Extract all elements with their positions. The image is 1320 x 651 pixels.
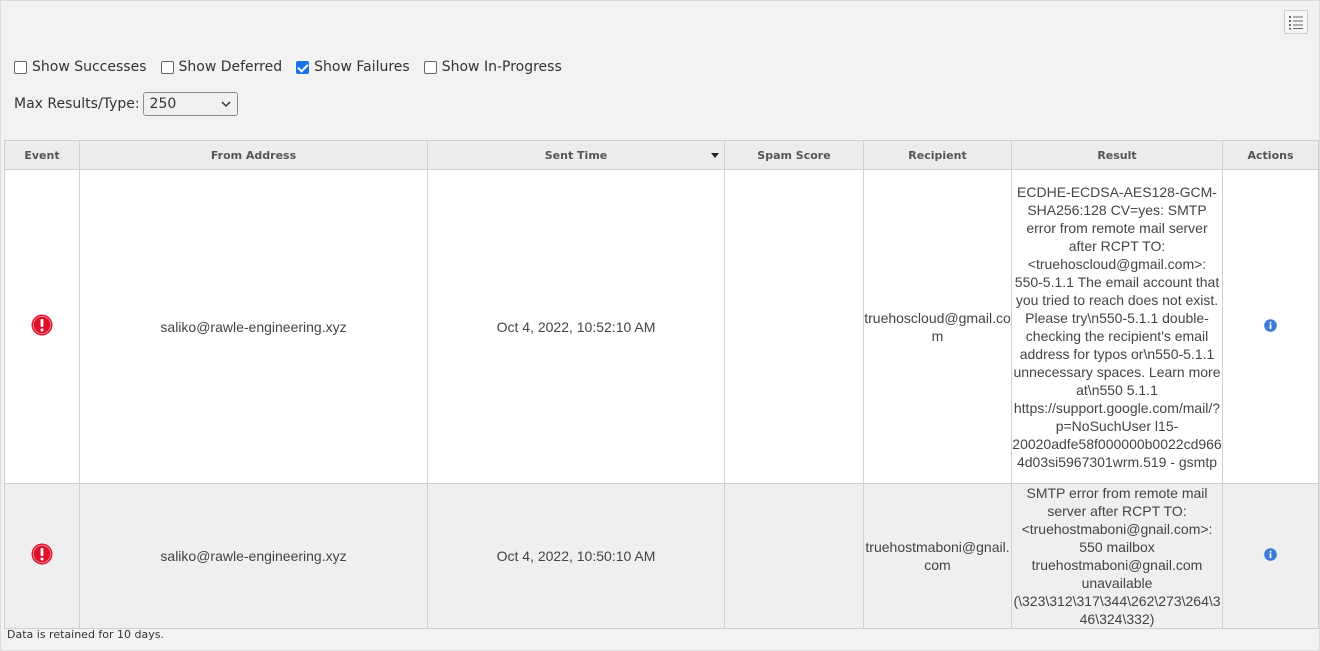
checkbox[interactable] (160, 60, 174, 74)
from-address-cell: saliko@rawle-engineering.xyz (79, 483, 428, 629)
max-results-value: 250 (149, 96, 177, 112)
filter-show-in-progress[interactable]: Show In-Progress (423, 59, 562, 75)
filter-bar: Show Successes Show Deferred Show Failur… (14, 58, 576, 76)
column-header-spam-score[interactable]: Spam Score (724, 140, 864, 170)
error-icon (31, 543, 53, 565)
info-icon[interactable] (1264, 548, 1277, 561)
column-header-sent-time[interactable]: Sent Time (427, 140, 725, 170)
table-row: saliko@rawle-engineering.xyz Oct 4, 2022… (4, 169, 1319, 484)
sort-descending-icon (711, 153, 719, 158)
column-header-result[interactable]: Result (1011, 140, 1223, 170)
checkbox[interactable] (423, 60, 437, 74)
table-header-row: Event From Address Sent Time Spam Score … (4, 140, 1319, 170)
checkbox[interactable] (296, 60, 310, 74)
column-header-from-address[interactable]: From Address (79, 140, 428, 170)
event-cell (4, 169, 80, 484)
column-options-button[interactable] (1284, 10, 1308, 34)
from-address-cell: saliko@rawle-engineering.xyz (79, 169, 428, 484)
spam-score-cell (724, 483, 864, 629)
info-icon[interactable] (1264, 318, 1277, 332)
filter-label: Show Deferred (178, 59, 283, 75)
actions-cell (1222, 483, 1319, 629)
event-cell (4, 483, 80, 629)
max-results-row: Max Results/Type: 250 (14, 92, 238, 116)
mail-delivery-report: Show Successes Show Deferred Show Failur… (0, 0, 1320, 651)
filter-label: Show In-Progress (441, 59, 562, 75)
result-cell: ECDHE-ECDSA-AES128-GCM-SHA256:128 CV=yes… (1011, 169, 1223, 484)
column-header-actions[interactable]: Actions (1222, 140, 1319, 170)
filter-show-successes[interactable]: Show Successes (14, 59, 147, 75)
max-results-label: Max Results/Type: (14, 96, 140, 112)
column-header-label: Sent Time (544, 148, 608, 162)
filter-show-failures[interactable]: Show Failures (296, 59, 410, 75)
max-results-select[interactable]: 250 (142, 92, 238, 116)
error-icon (31, 314, 53, 335)
table-row: saliko@rawle-engineering.xyz Oct 4, 2022… (4, 483, 1319, 629)
filter-label: Show Failures (314, 59, 410, 75)
checkbox[interactable] (14, 60, 27, 74)
column-header-event[interactable]: Event (4, 140, 80, 170)
results-table: Event From Address Sent Time Spam Score … (4, 140, 1319, 629)
sent-time-cell: Oct 4, 2022, 10:50:10 AM (427, 483, 725, 629)
actions-cell (1222, 169, 1319, 484)
column-header-recipient[interactable]: Recipient (863, 140, 1012, 170)
spam-score-cell (724, 169, 864, 484)
chevron-down-icon (221, 101, 231, 108)
filter-label: Show Successes (32, 59, 147, 75)
list-icon (1289, 16, 1303, 30)
sent-time-cell: Oct 4, 2022, 10:52:10 AM (427, 169, 725, 484)
result-cell: SMTP error from remote mail server after… (1011, 483, 1223, 629)
recipient-cell: truehostmaboni@gnail.com (863, 483, 1012, 629)
recipient-cell: truehoscloud@gmail.com (863, 169, 1012, 484)
retention-note: Data is retained for 10 days. (7, 628, 164, 641)
filter-show-deferred[interactable]: Show Deferred (160, 59, 283, 75)
